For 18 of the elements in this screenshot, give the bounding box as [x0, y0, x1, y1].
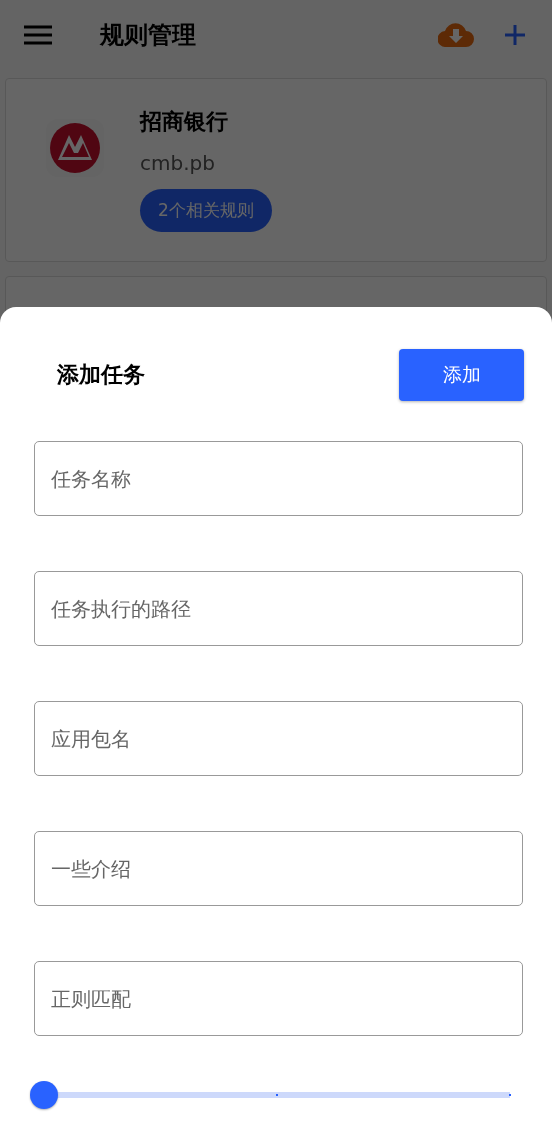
package-name: cmb.pb	[140, 151, 215, 175]
cloud-download-icon[interactable]	[438, 23, 474, 47]
rule-count-badge[interactable]: 2个相关规则	[140, 189, 272, 232]
sheet-title: 添加任务	[57, 361, 145, 389]
slider-tick	[276, 1094, 278, 1096]
input-field[interactable]: 任务执行的路径	[34, 571, 523, 646]
rule-card[interactable]: 招商银行 cmb.pb 2个相关规则	[5, 78, 547, 262]
menu-icon[interactable]	[24, 25, 52, 45]
slider-tick	[509, 1094, 511, 1096]
add-icon[interactable]	[504, 24, 526, 46]
bank-name: 招商银行	[140, 108, 228, 136]
add-button[interactable]: 添加	[399, 349, 524, 401]
input-field[interactable]: 任务名称	[34, 441, 523, 516]
input-field[interactable]: 正则匹配	[34, 961, 523, 1036]
input-field[interactable]: 一些介绍	[34, 831, 523, 906]
input-field[interactable]: 应用包名	[34, 701, 523, 776]
page-title: 规则管理	[100, 20, 197, 51]
slider-thumb[interactable]	[30, 1081, 58, 1109]
